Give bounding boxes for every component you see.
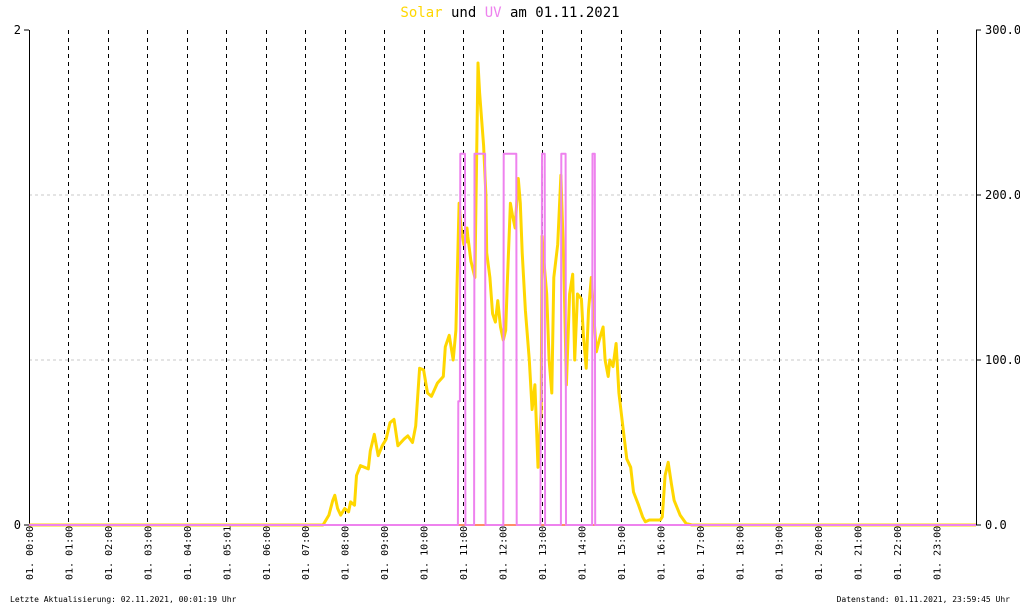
- x-tick-label: 01. 21:00: [854, 526, 865, 580]
- x-tick-label: 01. 09:00: [380, 526, 391, 580]
- footer-last-update: Letzte Aktualisierung: 02.11.2021, 00:01…: [10, 595, 237, 604]
- x-tick-label: 01. 17:00: [696, 526, 707, 580]
- y-left-tick-label: 2: [14, 23, 21, 37]
- x-tick-label: 01. 10:00: [420, 526, 431, 580]
- y-right-tick-label: 300.0: [985, 23, 1020, 37]
- x-tick-label: 01. 05:01: [222, 526, 233, 580]
- x-tick-label: 01. 15:00: [617, 526, 628, 580]
- y-left-tick-label: 0: [14, 518, 21, 532]
- x-tick-label: 01. 01:00: [64, 526, 75, 580]
- y-right-tick-label: 0.0: [985, 518, 1007, 532]
- y-right-tick-label: 200.0: [985, 188, 1020, 202]
- x-tick-label: 01. 22:00: [893, 526, 904, 580]
- x-tick-label: 01. 14:00: [577, 526, 588, 580]
- y-right-tick-label: 100.0: [985, 353, 1020, 367]
- x-tick-label: 01. 13:00: [538, 526, 549, 580]
- x-tick-label: 01. 19:00: [775, 526, 786, 580]
- x-tick-label: 01. 03:00: [143, 526, 154, 580]
- x-tick-label: 01. 07:00: [301, 526, 312, 580]
- x-tick-label: 01. 12:00: [499, 526, 510, 580]
- x-tick-label: 01. 20:00: [814, 526, 825, 580]
- x-tick-label: 01. 11:00: [459, 526, 470, 580]
- x-tick-label: 01. 08:00: [341, 526, 352, 580]
- x-tick-label: 01. 02:00: [104, 526, 115, 580]
- x-tick-label: 01. 06:00: [262, 526, 273, 580]
- x-tick-label: 01. 04:00: [183, 526, 194, 580]
- x-tick-label: 01. 18:00: [735, 526, 746, 580]
- series-uv-line: [29, 152, 976, 526]
- x-tick-label: 01. 23:00: [933, 526, 944, 580]
- solar-uv-chart: 0 2 0.0 100.0 200.0 300.0 01. 00:00 01. 01:00 01…: [14, 23, 1020, 580]
- footer-data-status: Datenstand: 01.11.2021, 23:59:45 Uhr: [836, 595, 1010, 604]
- x-tick-label: 01. 00:00: [25, 526, 36, 580]
- x-tick-label: 01. 16:00: [656, 526, 667, 580]
